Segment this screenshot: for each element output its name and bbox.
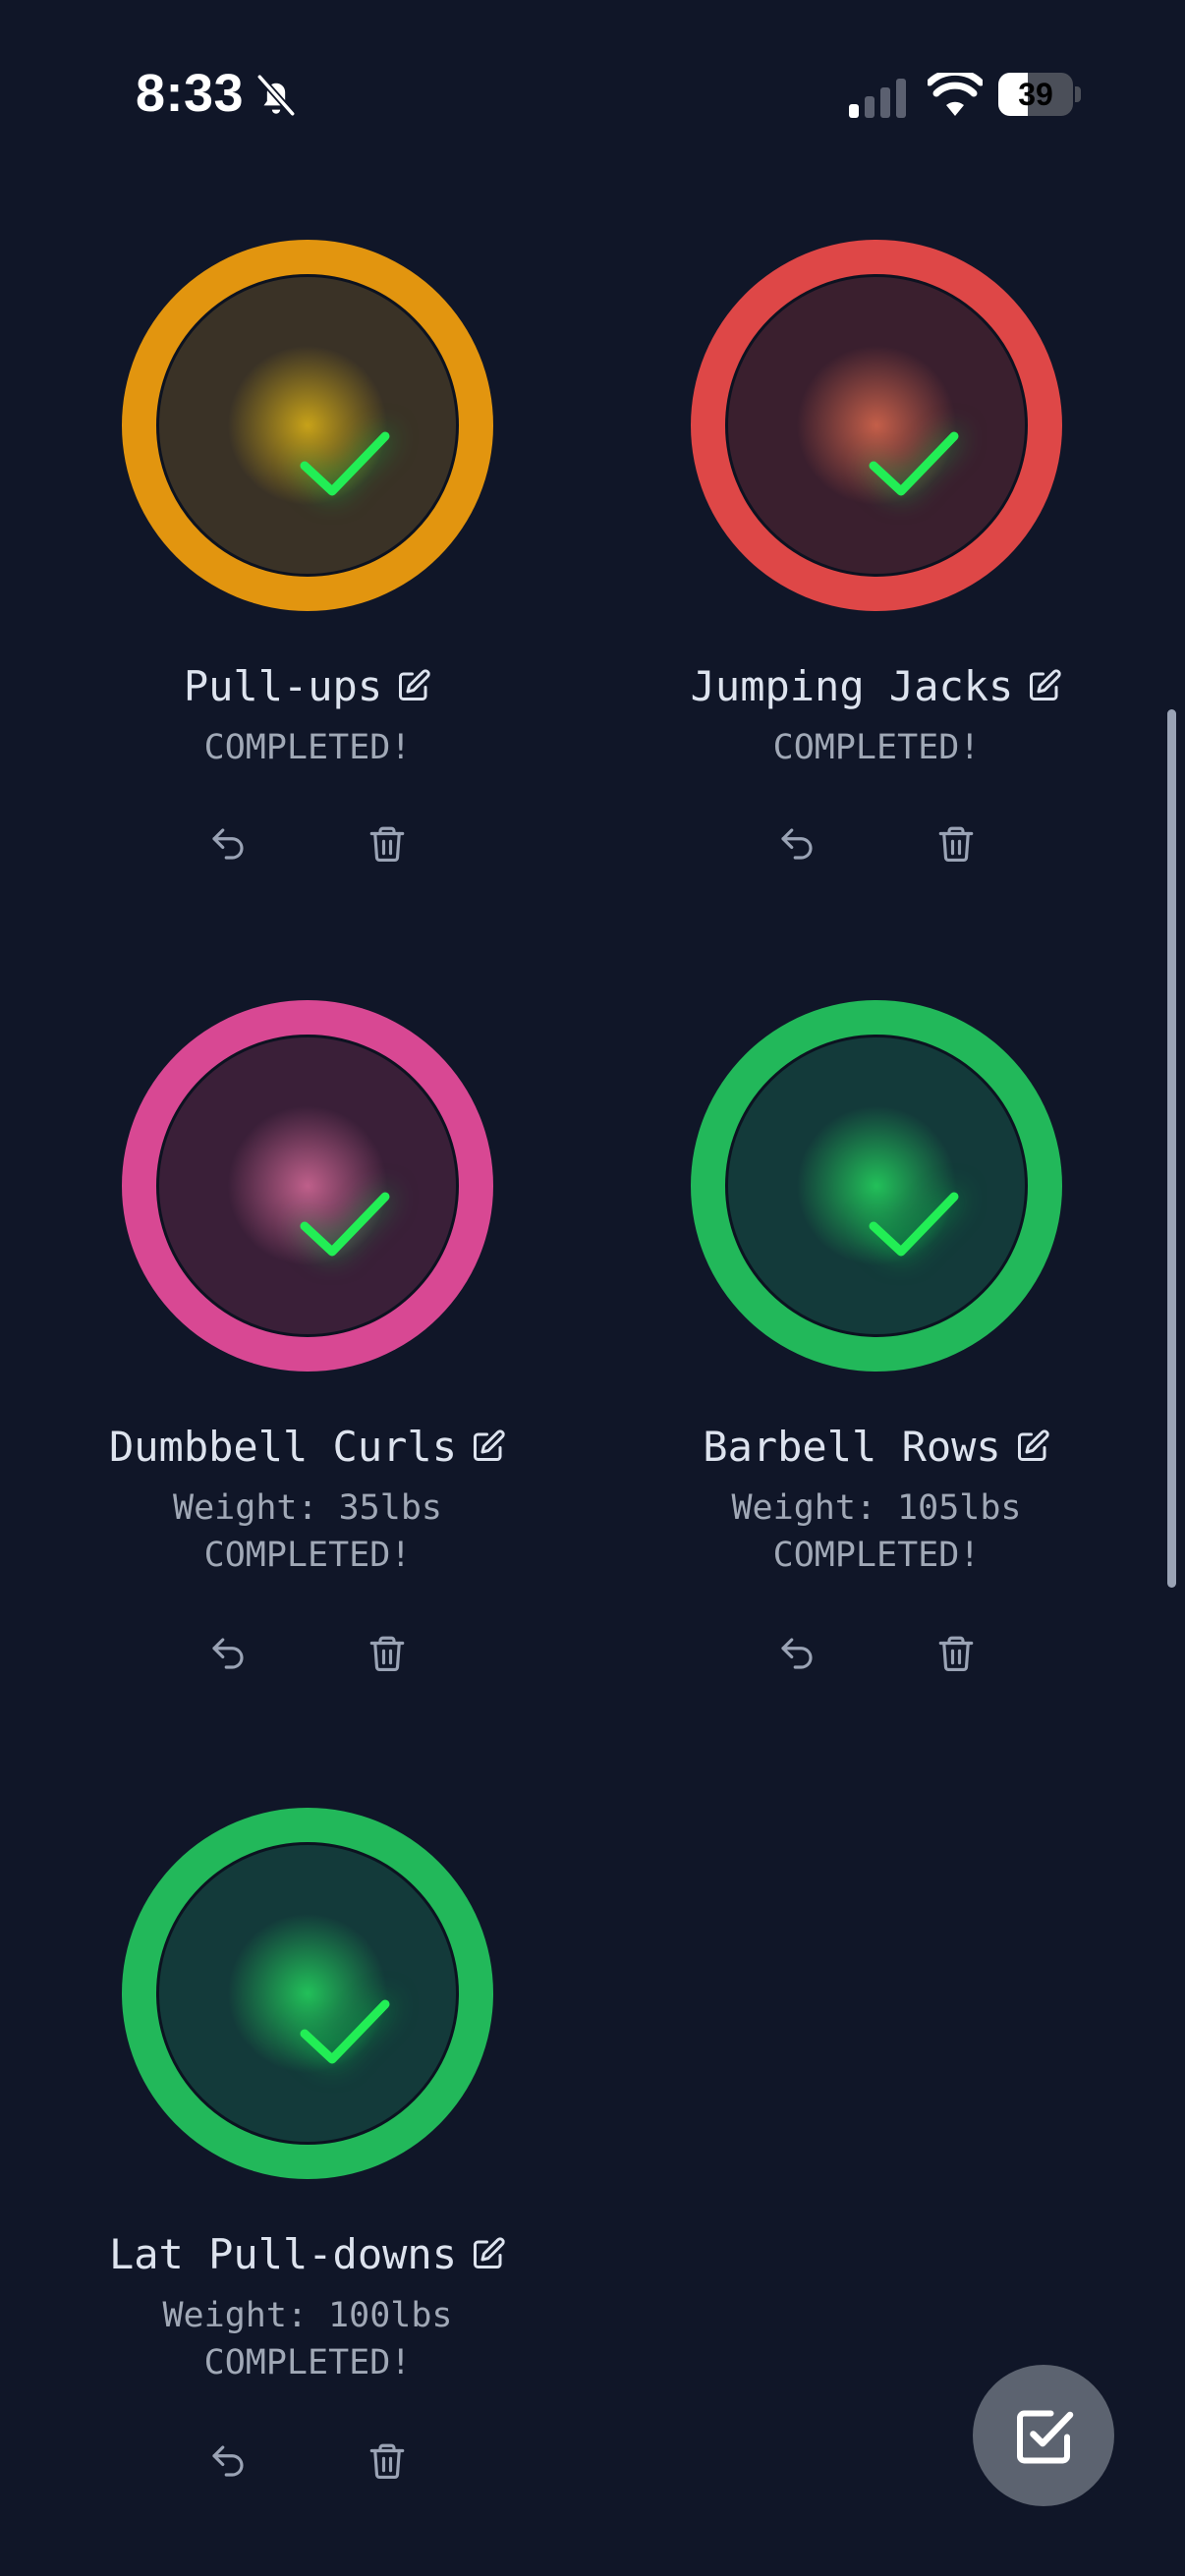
ring-inner <box>156 1035 459 1337</box>
undo-button[interactable] <box>775 821 818 867</box>
exercise-actions <box>91 2438 524 2484</box>
exercise-name: Jumping Jacks <box>690 661 1014 710</box>
exercise-name-row: Jumping Jacks <box>660 658 1093 713</box>
exercise-actions <box>91 1631 524 1676</box>
undo-icon <box>776 823 818 865</box>
exercise-card: Jumping Jacks COMPLETED! <box>660 240 1093 947</box>
undo-icon <box>207 823 249 865</box>
ring-inner <box>725 1035 1028 1337</box>
complete-workout-button[interactable] <box>973 2365 1114 2506</box>
completion-ring[interactable] <box>122 1808 493 2179</box>
battery-indicator: 39 <box>998 73 1081 116</box>
undo-button[interactable] <box>206 821 250 867</box>
exercise-name-row: Lat Pull-downs <box>91 2226 524 2281</box>
exercise-name: Barbell Rows <box>703 1422 1001 1471</box>
trash-icon <box>367 2440 408 2482</box>
edit-icon[interactable] <box>1015 1428 1050 1464</box>
exercise-name: Dumbbell Curls <box>108 1422 457 1471</box>
delete-button[interactable] <box>934 1631 978 1676</box>
completion-ring[interactable] <box>122 1000 493 1372</box>
trash-icon <box>935 1633 977 1674</box>
trash-icon <box>367 1633 408 1674</box>
checkmark-icon <box>860 1169 968 1277</box>
exercise-actions <box>660 1631 1093 1676</box>
undo-button[interactable] <box>206 1631 250 1676</box>
checkmark-icon <box>291 409 399 517</box>
exercise-name-row: Barbell Rows <box>660 1419 1093 1474</box>
undo-icon <box>207 2440 249 2482</box>
checkmark-icon <box>291 1169 399 1277</box>
edit-icon[interactable] <box>471 1428 506 1464</box>
exercise-status: COMPLETED! <box>203 1536 412 1575</box>
undo-icon <box>776 1633 818 1674</box>
exercise-name: Lat Pull-downs <box>108 2229 457 2278</box>
undo-icon <box>207 1633 249 1674</box>
exercise-card: Pull-ups COMPLETED! <box>91 240 524 947</box>
exercise-status: COMPLETED! <box>772 728 981 767</box>
edit-icon[interactable] <box>396 668 431 703</box>
exercise-name: Pull-ups <box>183 661 383 710</box>
delete-button[interactable] <box>366 2438 409 2484</box>
exercise-card: Dumbbell Curls Weight: 35lbs COMPLETED! <box>91 1000 524 1708</box>
delete-button[interactable] <box>366 821 409 867</box>
exercise-status: COMPLETED! <box>203 2343 412 2382</box>
exercise-status: COMPLETED! <box>772 1536 981 1575</box>
delete-button[interactable] <box>366 1631 409 1676</box>
trash-icon <box>935 823 977 865</box>
exercise-actions <box>91 821 524 867</box>
edit-icon[interactable] <box>471 2236 506 2271</box>
trash-icon <box>367 823 408 865</box>
bell-muted-icon <box>255 73 297 118</box>
ring-inner <box>156 274 459 577</box>
exercise-weight: Weight: 35lbs <box>173 1488 442 1528</box>
exercise-status: COMPLETED! <box>203 728 412 767</box>
screen: 8:33 39 Pull-ups COMPLETED! Jumping Jack… <box>0 0 1185 2576</box>
ring-inner <box>725 274 1028 577</box>
exercise-card: Lat Pull-downs Weight: 100lbs COMPLETED! <box>91 1808 524 2515</box>
exercise-name-row: Pull-ups <box>91 658 524 713</box>
exercise-name-row: Dumbbell Curls <box>91 1419 524 1474</box>
checkmark-icon <box>860 409 968 517</box>
cellular-signal-icon <box>849 79 906 118</box>
completion-ring[interactable] <box>691 240 1062 611</box>
scrollbar[interactable] <box>1167 709 1176 1588</box>
completion-ring[interactable] <box>122 240 493 611</box>
completion-ring[interactable] <box>691 1000 1062 1372</box>
exercise-weight: Weight: 105lbs <box>731 1488 1022 1528</box>
battery-percent: 39 <box>1018 77 1053 112</box>
status-time: 8:33 <box>136 64 245 123</box>
checkmark-icon <box>291 1977 399 2085</box>
ring-inner <box>156 1842 459 2145</box>
checkbox-icon <box>1017 2410 1074 2464</box>
undo-button[interactable] <box>206 2438 250 2484</box>
wifi-icon <box>928 73 983 116</box>
exercise-card: Barbell Rows Weight: 105lbs COMPLETED! <box>660 1000 1093 1708</box>
exercise-weight: Weight: 100lbs <box>162 2296 453 2335</box>
exercise-actions <box>660 821 1093 867</box>
delete-button[interactable] <box>934 821 978 867</box>
edit-icon[interactable] <box>1027 668 1062 703</box>
undo-button[interactable] <box>775 1631 818 1676</box>
